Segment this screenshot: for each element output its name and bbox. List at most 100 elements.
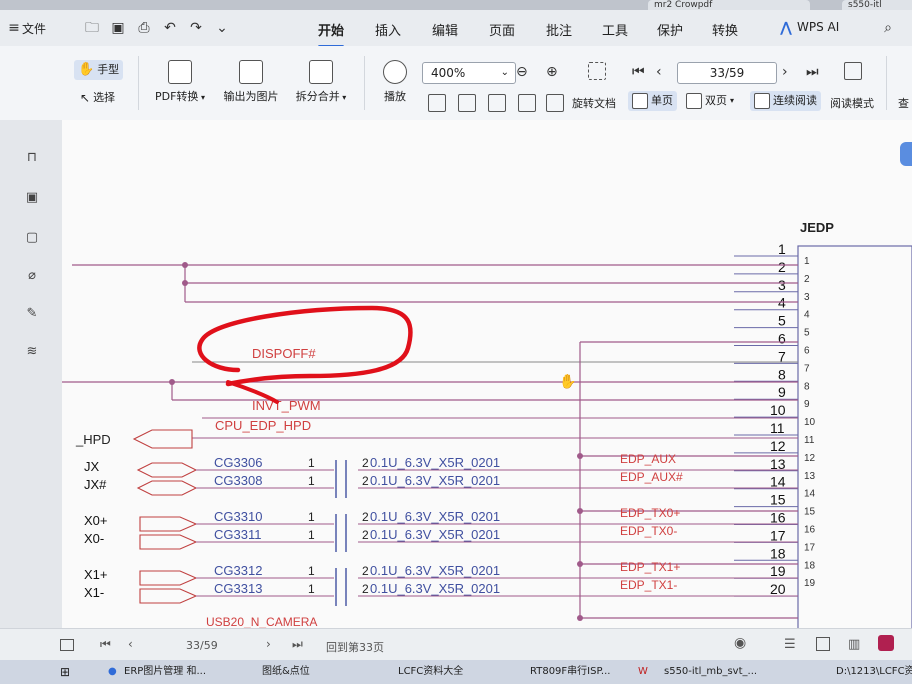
- select-tool-button[interactable]: ↖ 选择: [80, 88, 115, 108]
- read-mode-icon: [844, 62, 862, 80]
- menu-item-convert[interactable]: 转换: [712, 20, 738, 39]
- menu-icon[interactable]: ≡: [6, 20, 22, 36]
- first-page-icon[interactable]: ⏮: [100, 637, 111, 652]
- floating-assistant-icon[interactable]: [900, 142, 912, 166]
- cap-pin: 1: [308, 582, 315, 596]
- comment-icon[interactable]: ▢: [24, 230, 40, 246]
- redo-icon[interactable]: ↷: [188, 20, 204, 36]
- wps-ai-button[interactable]: WPS AI: [797, 20, 839, 34]
- next-page-icon[interactable]: ›: [266, 637, 271, 651]
- cap-pin: 2: [362, 564, 369, 578]
- cap-value: 0.1U_6.3V_X5R_0201: [370, 563, 500, 578]
- rotate-document-button[interactable]: 旋转文档: [572, 95, 616, 111]
- signature-icon[interactable]: ✎: [24, 306, 40, 322]
- menu-item-insert[interactable]: 插入: [375, 20, 401, 39]
- zoom-select[interactable]: 400% ⌄: [422, 62, 516, 84]
- first-page-icon[interactable]: ⏮: [632, 64, 645, 80]
- window-tab-strip: mr2 Crowpdf s550-itl: [0, 0, 912, 10]
- last-page-icon[interactable]: ⏭: [806, 64, 819, 80]
- status-page-number[interactable]: 33/59: [186, 639, 218, 652]
- zoom-out-icon[interactable]: ⊖: [516, 64, 528, 80]
- cap-pin: 1: [308, 456, 315, 470]
- actual-size-icon[interactable]: [428, 94, 446, 112]
- undo-icon[interactable]: ↶: [162, 20, 178, 36]
- page-view-icon[interactable]: ☰: [784, 637, 796, 652]
- net-label: EDP_TX1-: [620, 578, 677, 592]
- play-icon[interactable]: [878, 635, 894, 651]
- continuous-reading-button[interactable]: 连续阅读: [750, 91, 821, 111]
- taskbar-item[interactable]: s550-itl_mb_svt_...: [664, 664, 757, 680]
- document-canvas[interactable]: JEDP 1 2 3 4 5 6 7 8 9 10 11 12 13 14 15 16 17 18 19 20 123…: [62, 120, 912, 628]
- taskbar-item[interactable]: LCFC资料大全: [398, 664, 463, 680]
- read-mode-button[interactable]: 阅读模式: [830, 95, 874, 111]
- rotate-left-icon[interactable]: [518, 94, 536, 112]
- page-number-input[interactable]: 33/59: [677, 62, 777, 84]
- columns-icon[interactable]: ▥: [848, 637, 860, 652]
- cap-value: 0.1U_6.3V_X5R_0201: [370, 581, 500, 596]
- pin-number: 13: [770, 456, 786, 472]
- sidebar-toggle-icon[interactable]: [60, 639, 74, 651]
- taskbar-item[interactable]: ERP图片管理 和...: [124, 664, 206, 680]
- taskbar-item[interactable]: D:\1213\LCFC资: [836, 664, 912, 680]
- cap-ref: CG3310: [214, 509, 262, 524]
- pin-number: 3: [778, 277, 786, 293]
- save-icon[interactable]: ▣: [110, 20, 126, 36]
- pdf-convert-button[interactable]: PDF转换 ▾: [150, 60, 210, 104]
- screenshot-icon[interactable]: [588, 62, 606, 80]
- attachment-icon[interactable]: ⌀: [24, 268, 40, 284]
- menu-item-protect[interactable]: 保护: [657, 20, 683, 39]
- net-label: EDP_AUX#: [620, 470, 683, 484]
- play-icon: [383, 60, 407, 84]
- export-image-button[interactable]: 输出为图片: [218, 60, 284, 104]
- cap-pin: 1: [308, 510, 315, 524]
- pin-number: 8: [778, 366, 786, 382]
- back-to-page-link[interactable]: 回到第33页: [326, 639, 384, 655]
- menu-item-start[interactable]: 开始: [318, 20, 345, 48]
- split-merge-button[interactable]: 拆分合并 ▾: [290, 60, 352, 104]
- print-icon[interactable]: ⎙: [136, 20, 152, 36]
- cap-pin: 2: [362, 510, 369, 524]
- diff-pairs: JX CG3306 1 2 0.1U_6.3V_X5R_0201 EDP_AUXJX# CG…: [84, 452, 798, 606]
- fit-page-icon[interactable]: [458, 94, 476, 112]
- image-export-icon: [239, 60, 263, 84]
- file-menu[interactable]: 文件: [22, 20, 46, 37]
- hand-icon: ✋: [78, 62, 95, 77]
- layers-icon[interactable]: ≋: [24, 344, 40, 360]
- port-shape: [139, 588, 198, 604]
- cap-pin: 2: [362, 456, 369, 470]
- cursor-arrow-icon: ↖: [80, 91, 91, 105]
- hand-tool-button[interactable]: ✋ 手型: [74, 60, 124, 80]
- windows-start-icon[interactable]: ⊞: [60, 664, 70, 680]
- fit-icon[interactable]: [816, 637, 830, 651]
- zoom-in-icon[interactable]: ⊕: [546, 64, 558, 80]
- next-page-icon[interactable]: ›: [782, 64, 788, 80]
- document-tab[interactable]: mr2 Crowpdf: [648, 0, 810, 10]
- cap-ref: CG3308: [214, 473, 262, 488]
- bookmark-icon[interactable]: ⊓: [24, 150, 40, 166]
- junction-dot: [169, 379, 175, 385]
- last-page-icon[interactable]: ⏭: [292, 637, 303, 652]
- chevron-down-icon[interactable]: ⌄: [214, 20, 230, 36]
- net-label: EDP_TX1+: [620, 560, 680, 574]
- document-tab[interactable]: s550-itl: [842, 0, 912, 10]
- pin-number: 4: [804, 310, 810, 321]
- play-button[interactable]: 播放: [368, 60, 422, 104]
- ribbon-divider: [364, 56, 365, 110]
- taskbar-item[interactable]: 图纸&点位: [262, 664, 310, 680]
- double-page-button[interactable]: 双页 ▾: [686, 91, 734, 111]
- prev-page-icon[interactable]: ‹: [656, 64, 662, 80]
- menu-item-tools[interactable]: 工具: [602, 20, 628, 39]
- thumbnail-icon[interactable]: ▣: [24, 190, 40, 206]
- single-page-button[interactable]: 单页: [628, 91, 677, 111]
- prev-page-icon[interactable]: ‹: [128, 637, 133, 651]
- fit-width-icon[interactable]: [488, 94, 506, 112]
- eye-icon[interactable]: ◉: [734, 635, 746, 651]
- taskbar-item[interactable]: RT809F串行ISP...: [530, 664, 610, 680]
- open-folder-icon[interactable]: 🗀: [84, 20, 100, 36]
- menu-item-annotate[interactable]: 批注: [546, 20, 572, 39]
- search-icon[interactable]: ⌕: [880, 20, 896, 36]
- rotate-right-icon[interactable]: [546, 94, 564, 112]
- menu-item-edit[interactable]: 编辑: [432, 20, 458, 39]
- menu-item-page[interactable]: 页面: [489, 20, 515, 39]
- search-button[interactable]: 查: [898, 95, 909, 111]
